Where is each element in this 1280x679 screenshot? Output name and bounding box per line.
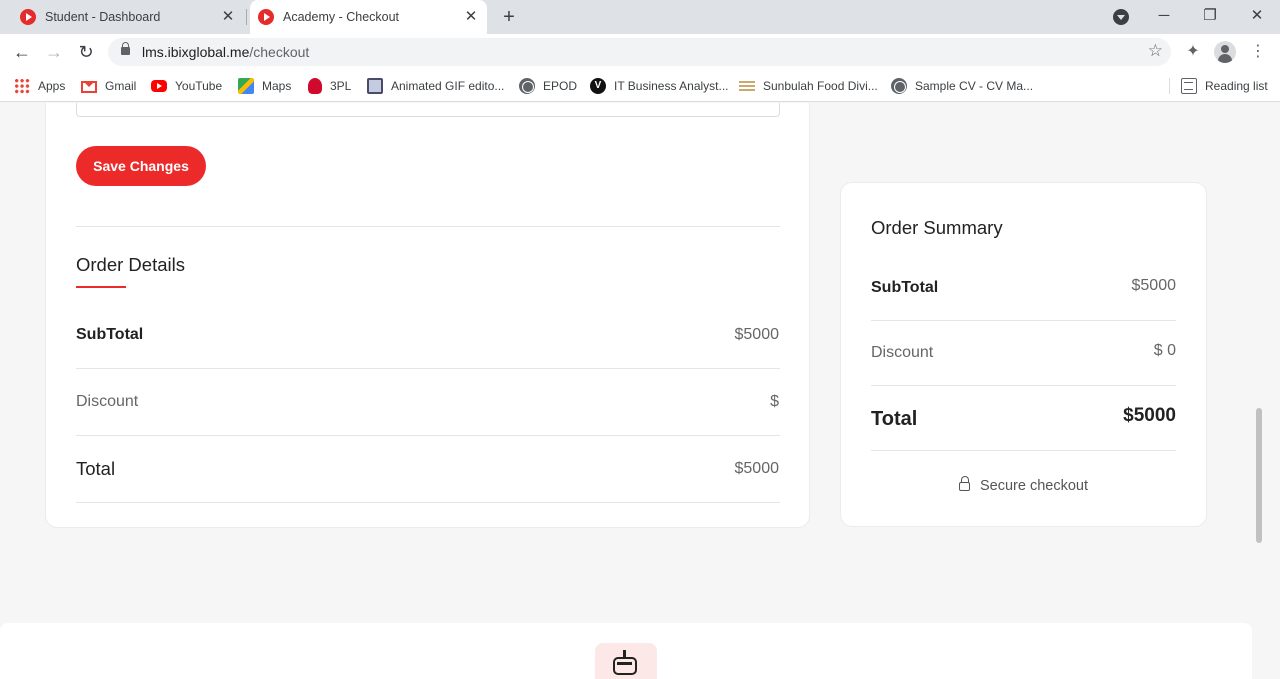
bookmark-3pl[interactable]: 3PL <box>308 76 351 96</box>
tab-strip: Student - Dashboard ✕ Academy - Checkout… <box>0 0 1280 34</box>
summary-discount-label: Discount <box>871 344 934 361</box>
profile-avatar[interactable] <box>1214 41 1236 63</box>
bookmark-it-business-analyst[interactable]: V IT Business Analyst... <box>590 76 729 96</box>
bookmark-apps[interactable]: Apps <box>14 76 65 96</box>
total-value: $5000 <box>734 460 780 477</box>
summary-discount-value: $ 0 <box>1153 342 1176 359</box>
v-logo-icon: V <box>590 78 606 94</box>
globe-icon <box>519 78 535 94</box>
bookmark-gif-editor[interactable]: Animated GIF edito... <box>367 76 504 96</box>
gmail-icon <box>81 81 97 93</box>
reload-icon[interactable]: ↻ <box>74 40 98 64</box>
extensions-icon[interactable]: ✦ <box>1182 41 1204 63</box>
bookmarks-bar: Apps Gmail YouTube Maps 3PL Animated GIF… <box>0 70 1280 102</box>
maps-icon <box>238 78 254 94</box>
total-label: Total <box>76 458 116 479</box>
robot-icon <box>613 650 637 675</box>
summary-total-value: $5000 <box>1123 405 1176 426</box>
academy-favicon-icon <box>258 9 274 25</box>
checkout-details-card: Save Changes Order Details SubTotal $500… <box>45 103 810 528</box>
order-details-title: Order Details <box>76 254 185 275</box>
tab-student-dashboard[interactable]: Student - Dashboard ✕ <box>12 0 244 34</box>
tab-title: Student - Dashboard <box>45 10 161 24</box>
menu-kebab-icon[interactable]: ⋮ <box>1247 41 1269 63</box>
divider <box>871 320 1176 321</box>
minimize-icon[interactable]: ─ <box>1151 4 1177 28</box>
order-summary-card: Order Summary SubTotal $5000 Discount $ … <box>840 182 1207 527</box>
save-changes-button[interactable]: Save Changes <box>76 146 206 186</box>
huawei-icon <box>308 78 322 94</box>
forward-icon[interactable]: → <box>42 40 66 64</box>
reading-list-icon <box>1181 78 1197 94</box>
form-field[interactable] <box>76 103 780 117</box>
divider <box>76 435 780 436</box>
back-icon[interactable]: ← <box>10 40 34 64</box>
browser-toolbar: ← → ↻ lms.ibixglobal.me/checkout ☆ ✦ ⋮ <box>0 34 1280 70</box>
reading-list-button[interactable]: Reading list <box>1181 76 1268 96</box>
bookmark-maps[interactable]: Maps <box>238 76 291 96</box>
order-summary-title: Order Summary <box>871 217 1003 238</box>
tab-academy-checkout[interactable]: Academy - Checkout ✕ <box>250 0 487 34</box>
divider <box>76 502 780 503</box>
gif-editor-icon <box>367 78 383 94</box>
divider <box>871 450 1176 451</box>
lock-icon <box>958 476 970 491</box>
discount-label: Discount <box>76 393 139 410</box>
discount-value: $ <box>770 393 779 410</box>
bookmark-epod[interactable]: EPOD <box>519 76 577 96</box>
bookmark-youtube[interactable]: YouTube <box>151 76 222 96</box>
close-icon[interactable]: ✕ <box>463 9 479 25</box>
youtube-icon <box>151 80 167 92</box>
page-viewport: Save Changes Order Details SubTotal $500… <box>0 103 1280 679</box>
scrollbar-thumb[interactable] <box>1256 408 1262 543</box>
secure-checkout-label: Secure checkout <box>979 478 1088 494</box>
title-underline <box>76 286 126 288</box>
new-tab-button[interactable]: + <box>498 6 520 28</box>
divider <box>871 385 1176 386</box>
summary-total-label: Total <box>871 408 918 430</box>
divider <box>76 368 780 369</box>
address-bar[interactable]: lms.ibixglobal.me/checkout ☆ <box>108 38 1171 66</box>
sunbulah-icon <box>739 81 755 91</box>
tab-title: Academy - Checkout <box>283 10 400 24</box>
apps-grid-icon <box>14 78 30 94</box>
lock-icon[interactable] <box>121 42 130 55</box>
bookmark-sunbulah[interactable]: Sunbulah Food Divi... <box>739 76 878 96</box>
chatbot-tile[interactable] <box>595 643 657 679</box>
footer-section <box>0 623 1252 679</box>
restore-icon[interactable]: ❐ <box>1197 4 1223 28</box>
subtotal-value: $5000 <box>734 326 780 343</box>
secure-checkout: Secure checkout <box>841 476 1206 494</box>
bookmark-gmail[interactable]: Gmail <box>81 76 136 96</box>
close-icon[interactable]: ✕ <box>220 9 236 25</box>
window-close-icon[interactable]: ✕ <box>1244 4 1270 28</box>
divider <box>76 226 780 227</box>
academy-favicon-icon <box>20 9 36 25</box>
bookmark-sample-cv[interactable]: Sample CV - CV Ma... <box>891 76 1033 96</box>
bookmarks-separator <box>1169 78 1170 94</box>
tab-divider <box>246 9 247 25</box>
url-text[interactable]: lms.ibixglobal.me/checkout <box>142 44 309 60</box>
globe-icon <box>891 78 907 94</box>
summary-subtotal-value: $5000 <box>1131 277 1177 294</box>
page-scrollbar[interactable] <box>1253 103 1267 679</box>
bookmark-star-icon[interactable]: ☆ <box>1148 41 1163 61</box>
subtotal-label: SubTotal <box>76 326 144 343</box>
summary-subtotal-label: SubTotal <box>871 279 939 296</box>
tab-search-icon[interactable] <box>1113 9 1129 25</box>
